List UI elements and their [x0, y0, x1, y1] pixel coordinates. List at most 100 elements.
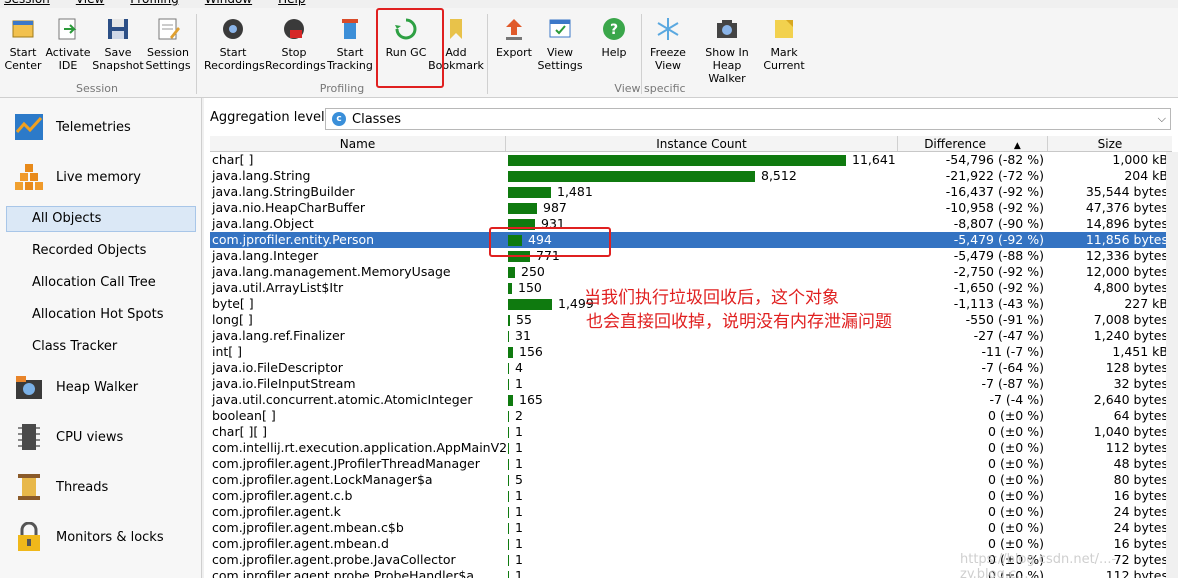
instance-count-bar	[508, 491, 509, 502]
sidebar-item-threads[interactable]: Threads	[12, 470, 108, 504]
menu-session[interactable]: Session	[4, 0, 50, 8]
instance-count-bar	[508, 347, 513, 358]
chevron-down-icon: ⌵	[1157, 112, 1166, 125]
instance-count-cell: 1	[506, 456, 898, 472]
instance-count-bar	[508, 475, 509, 486]
class-name-cell: java.util.concurrent.atomic.AtomicIntege…	[212, 392, 473, 407]
table-scrollbar[interactable]	[1166, 152, 1178, 578]
view-settings-button[interactable]: View Settings	[531, 16, 589, 72]
table-row[interactable]: com.intellij.rt.execution.application.Ap…	[210, 440, 1172, 456]
freeze-view-button[interactable]: Freeze View	[639, 16, 697, 72]
start-recordings-button[interactable]: Start Recordings	[204, 16, 265, 72]
instance-count-bar	[508, 171, 755, 182]
instance-count-cell: 1	[506, 552, 898, 568]
class-icon: c	[332, 112, 346, 126]
table-row[interactable]: java.lang.String 8,512 -21,922 (-72 %) 204 …	[210, 168, 1172, 184]
activate-ide-icon	[56, 16, 80, 42]
menu-help[interactable]: Help	[278, 0, 305, 8]
instance-count-bar	[508, 315, 510, 326]
instance-count-bar	[508, 459, 509, 470]
mark-current-button[interactable]: Mark Current	[755, 16, 813, 72]
instance-count-cell: 1	[506, 376, 898, 392]
sidebar-item-allocation-hot-spots[interactable]: Allocation Hot Spots	[32, 307, 164, 322]
sidebar-item-all-objects[interactable]: All Objects	[32, 211, 101, 226]
instance-count-value: 1	[515, 520, 523, 535]
sidebar-item-heap-walker[interactable]: Heap Walker	[12, 370, 138, 404]
sidebar-item-class-tracker[interactable]: Class Tracker	[32, 339, 117, 354]
instance-count-bar	[508, 331, 509, 342]
sidebar-item-cpu-views[interactable]: CPU views	[12, 420, 123, 454]
difference-cell: -550 (-91 %)	[965, 312, 1044, 327]
column-header-name[interactable]: Name	[210, 136, 506, 151]
class-name-cell: com.jprofiler.agent.JProfilerThreadManag…	[212, 456, 480, 471]
table-row[interactable]: java.lang.management.MemoryUsage 250 -2,75…	[210, 264, 1172, 280]
stop-recordings-button[interactable]: Stop Recordings	[265, 16, 326, 72]
start-tracking-button[interactable]: Start Tracking	[321, 16, 379, 72]
live-memory-icon	[12, 160, 46, 194]
difference-cell: 0 (±0 %)	[988, 424, 1044, 439]
size-cell: 12,336 bytes	[1085, 248, 1168, 263]
stop-recordings-icon	[282, 16, 306, 42]
table-row[interactable]: com.jprofiler.entity.Person 494 -5,479 (-9…	[210, 232, 1172, 248]
table-row[interactable]: java.lang.Integer 771 -5,479 (-88 %) 12,336…	[210, 248, 1172, 264]
table-row[interactable]: com.jprofiler.agent.LockManager$a 5 0 (±0 …	[210, 472, 1172, 488]
sidebar-item-telemetries[interactable]: Telemetries	[12, 110, 131, 144]
class-name-cell: com.jprofiler.agent.probe.ProbeHandler$a	[212, 568, 475, 578]
difference-cell: 0 (±0 %)	[988, 408, 1044, 423]
instance-count-bar	[508, 411, 509, 422]
help-icon: ?	[602, 16, 626, 42]
menu-view[interactable]: View	[76, 0, 104, 8]
table-row[interactable]: com.jprofiler.agent.c.b 1 0 (±0 %) 16 bytes	[210, 488, 1172, 504]
jprofiler-window: Session View Profiling Window Help Start…	[0, 0, 1178, 578]
instance-count-cell: 1	[506, 520, 898, 536]
column-header-size[interactable]: Size	[1048, 136, 1172, 151]
size-cell: 14,896 bytes	[1085, 216, 1168, 231]
table-row[interactable]: java.lang.StringBuilder 1,481 -16,437 (-92…	[210, 184, 1172, 200]
table-row[interactable]: com.jprofiler.agent.mbean.c$b 1 0 (±0 %) 24…	[210, 520, 1172, 536]
menu-profiling[interactable]: Profiling	[130, 0, 179, 8]
aggregation-value: Classes	[352, 111, 401, 127]
table-row[interactable]: boolean[ ] 2 0 (±0 %) 64 bytes	[210, 408, 1172, 424]
table-row[interactable]: com.jprofiler.agent.JProfilerThreadManag…	[210, 456, 1172, 472]
show-in-heap-walker-button[interactable]: Show In Heap Walker	[696, 16, 758, 85]
table-row[interactable]: int[ ] 156 -11 (-7 %) 1,451 kB	[210, 344, 1172, 360]
size-cell: 204 kB	[1124, 168, 1168, 183]
table-row[interactable]: java.io.FileDescriptor 4 -7 (-64 %) 128 byt…	[210, 360, 1172, 376]
table-row[interactable]: java.util.concurrent.atomic.AtomicIntege…	[210, 392, 1172, 408]
sidebar-item-monitors-locks[interactable]: Monitors & locks	[12, 520, 164, 554]
class-name-cell: boolean[ ]	[212, 408, 276, 423]
annotation-text: 当我们执行垃圾回收后，这个对象 也会直接回收掉，说明没有内存泄漏问题	[584, 286, 892, 334]
table-row[interactable]: char[ ][ ] 1 0 (±0 %) 1,040 bytes	[210, 424, 1172, 440]
mark-current-icon	[772, 16, 796, 42]
menu-window[interactable]: Window	[205, 0, 252, 8]
table-row[interactable]: com.jprofiler.agent.mbean.d 1 0 (±0 %) 16 b…	[210, 536, 1172, 552]
instance-count-bar	[508, 427, 509, 438]
instance-count-bar	[508, 155, 846, 166]
column-header-instance-count[interactable]: Instance Count	[506, 136, 898, 151]
instance-count-value: 1	[515, 376, 523, 391]
table-row[interactable]: java.nio.HeapCharBuffer 987 -10,958 (-92 %…	[210, 200, 1172, 216]
table-row[interactable]: java.lang.Object 931 -8,807 (-90 %) 14,896 …	[210, 216, 1172, 232]
instance-count-value: 250	[521, 264, 545, 279]
difference-cell: 0 (±0 %)	[988, 472, 1044, 487]
size-cell: 112 bytes	[1105, 440, 1168, 455]
instance-count-bar	[508, 267, 515, 278]
sidebar: Telemetries Live memory All Objects Reco…	[0, 98, 202, 578]
difference-cell: -1,113 (-43 %)	[953, 296, 1044, 311]
size-cell: 64 bytes	[1113, 408, 1168, 423]
session-settings-button[interactable]: Session Settings	[139, 16, 197, 72]
sidebar-item-live-memory[interactable]: Live memory	[12, 160, 141, 194]
sidebar-item-allocation-call-tree[interactable]: Allocation Call Tree	[32, 275, 156, 290]
instance-count-bar	[508, 443, 509, 454]
table-row[interactable]: java.io.FileInputStream 1 -7 (-87 %) 32 byt…	[210, 376, 1172, 392]
aggregation-level-select[interactable]: c Classes ⌵	[325, 108, 1171, 130]
instance-count-value: 165	[519, 392, 543, 407]
help-button[interactable]: ? Help	[585, 16, 643, 59]
instance-count-value: 156	[519, 344, 543, 359]
column-header-difference[interactable]: Difference ▲	[898, 136, 1048, 151]
sidebar-item-recorded-objects[interactable]: Recorded Objects	[32, 243, 146, 258]
table-row[interactable]: char[ ] 11,641 -54,796 (-82 %) 1,000 kB	[210, 152, 1172, 168]
class-name-cell: long[ ]	[212, 312, 253, 327]
table-row[interactable]: com.jprofiler.agent.k 1 0 (±0 %) 24 bytes	[210, 504, 1172, 520]
telemetries-icon	[12, 110, 46, 144]
